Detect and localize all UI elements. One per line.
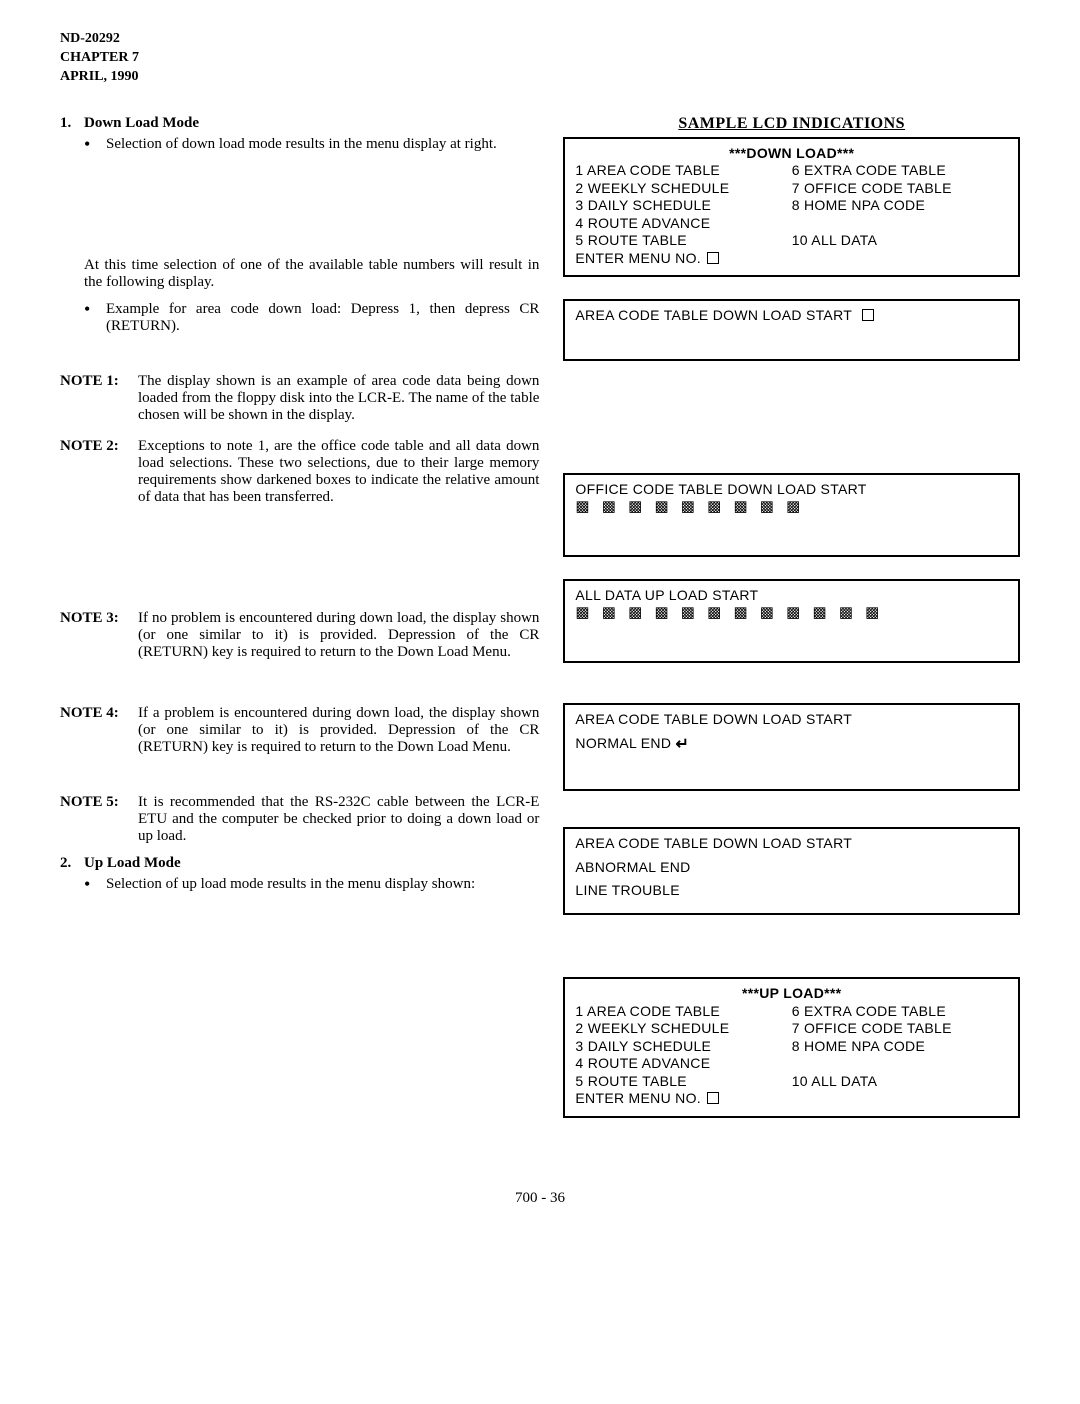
note-1: NOTE 1: The display shown is an example … bbox=[60, 373, 539, 424]
note-1-text: The display shown is an example of area … bbox=[138, 373, 539, 424]
lcd7-title: ***UP LOAD*** bbox=[575, 985, 1008, 1003]
note-2: NOTE 2: Exceptions to note 1, are the of… bbox=[60, 438, 539, 506]
lcd5-line2: NORMAL END bbox=[575, 735, 671, 751]
section-1-title: Down Load Mode bbox=[84, 115, 199, 132]
bullet-icon: • bbox=[84, 136, 106, 153]
note-5-text: It is recommended that the RS-232C cable… bbox=[138, 794, 539, 845]
note-5-label: NOTE 5: bbox=[60, 794, 138, 845]
lcd2-line1: AREA CODE TABLE DOWN LOAD START bbox=[575, 307, 852, 323]
right-column: SAMPLE LCD INDICATIONS ***DOWN LOAD*** 1… bbox=[563, 115, 1020, 1140]
lcd7-col-a: 1 AREA CODE TABLE 2 WEEKLY SCHEDULE 3 DA… bbox=[575, 1003, 791, 1091]
section-1-bullet: • Selection of down load mode results in… bbox=[84, 136, 539, 153]
lcd-normal-end: AREA CODE TABLE DOWN LOAD START NORMAL E… bbox=[563, 703, 1020, 791]
page-header: ND-20292 CHAPTER 7 APRIL, 1990 bbox=[60, 30, 1020, 87]
bullet-icon: • bbox=[84, 876, 106, 893]
lcd-heading: SAMPLE LCD INDICATIONS bbox=[563, 115, 1020, 133]
paragraph-after: At this time selection of one of the ava… bbox=[84, 257, 539, 291]
lcd1-enter: ENTER MENU NO. bbox=[575, 250, 1008, 268]
example-bullet: • Example for area code down load: Depre… bbox=[84, 301, 539, 335]
section-1: 1. Down Load Mode bbox=[60, 115, 539, 132]
lcd1-col-b: 6 EXTRA CODE TABLE 7 OFFICE CODE TABLE 8… bbox=[792, 162, 1008, 250]
lcd-office-start: OFFICE CODE TABLE DOWN LOAD START ▩ ▩ ▩ … bbox=[563, 473, 1020, 557]
lcd-upload-menu: ***UP LOAD*** 1 AREA CODE TABLE 2 WEEKLY… bbox=[563, 977, 1020, 1118]
section-2-bullet: • Selection of up load mode results in t… bbox=[84, 876, 539, 893]
cursor-icon bbox=[862, 309, 874, 321]
note-2-text: Exceptions to note 1, are the office cod… bbox=[138, 438, 539, 506]
lcd6-line2: ABNORMAL END bbox=[575, 859, 1008, 877]
lcd7-enter: ENTER MENU NO. bbox=[575, 1090, 1008, 1108]
section-2: 2. Up Load Mode bbox=[60, 855, 539, 872]
section-2-title: Up Load Mode bbox=[84, 855, 181, 872]
bullet-icon: • bbox=[84, 301, 106, 335]
lcd-abnormal-end: AREA CODE TABLE DOWN LOAD START ABNORMAL… bbox=[563, 827, 1020, 915]
lcd-alldata-upload: ALL DATA UP LOAD START ▩ ▩ ▩ ▩ ▩ ▩ ▩ ▩ ▩… bbox=[563, 579, 1020, 663]
cursor-icon bbox=[707, 1092, 719, 1104]
lcd6-line3: LINE TROUBLE bbox=[575, 882, 1008, 900]
doc-number: ND-20292 bbox=[60, 30, 1020, 49]
note-3-text: If no problem is encountered during down… bbox=[138, 610, 539, 661]
section-2-bullet-text: Selection of up load mode results in the… bbox=[106, 876, 539, 893]
lcd4-line1: ALL DATA UP LOAD START bbox=[575, 587, 1008, 605]
note-3-label: NOTE 3: bbox=[60, 610, 138, 661]
lcd4-blocks: ▩ ▩ ▩ ▩ ▩ ▩ ▩ ▩ ▩ ▩ ▩ ▩ bbox=[575, 605, 1008, 620]
note-3: NOTE 3: If no problem is encountered dur… bbox=[60, 610, 539, 661]
note-4-label: NOTE 4: bbox=[60, 705, 138, 756]
return-icon: ↵ bbox=[675, 735, 689, 755]
lcd3-blocks: ▩ ▩ ▩ ▩ ▩ ▩ ▩ ▩ ▩ bbox=[575, 499, 1008, 514]
note-2-label: NOTE 2: bbox=[60, 438, 138, 506]
cursor-icon bbox=[707, 252, 719, 264]
note-5: NOTE 5: It is recommended that the RS-23… bbox=[60, 794, 539, 845]
note-1-label: NOTE 1: bbox=[60, 373, 138, 424]
note-4: NOTE 4: If a problem is encountered duri… bbox=[60, 705, 539, 756]
section-2-number: 2. bbox=[60, 855, 84, 872]
lcd5-line1: AREA CODE TABLE DOWN LOAD START bbox=[575, 711, 1008, 729]
doc-date: APRIL, 1990 bbox=[60, 68, 1020, 87]
lcd-download-menu: ***DOWN LOAD*** 1 AREA CODE TABLE 2 WEEK… bbox=[563, 137, 1020, 278]
note-4-text: If a problem is encountered during down … bbox=[138, 705, 539, 756]
left-column: 1. Down Load Mode • Selection of down lo… bbox=[60, 115, 539, 1140]
section-1-bullet-text: Selection of down load mode results in t… bbox=[106, 136, 539, 153]
page-number: 700 - 36 bbox=[60, 1190, 1020, 1207]
example-bullet-text: Example for area code down load: Depress… bbox=[106, 301, 539, 335]
lcd6-line1: AREA CODE TABLE DOWN LOAD START bbox=[575, 835, 1008, 853]
lcd7-col-b: 6 EXTRA CODE TABLE 7 OFFICE CODE TABLE 8… bbox=[792, 1003, 1008, 1091]
lcd1-col-a: 1 AREA CODE TABLE 2 WEEKLY SCHEDULE 3 DA… bbox=[575, 162, 791, 250]
chapter-label: CHAPTER 7 bbox=[60, 49, 1020, 68]
section-1-number: 1. bbox=[60, 115, 84, 132]
lcd1-title: ***DOWN LOAD*** bbox=[575, 145, 1008, 163]
lcd3-line1: OFFICE CODE TABLE DOWN LOAD START bbox=[575, 481, 1008, 499]
lcd-area-start: AREA CODE TABLE DOWN LOAD START bbox=[563, 299, 1020, 361]
